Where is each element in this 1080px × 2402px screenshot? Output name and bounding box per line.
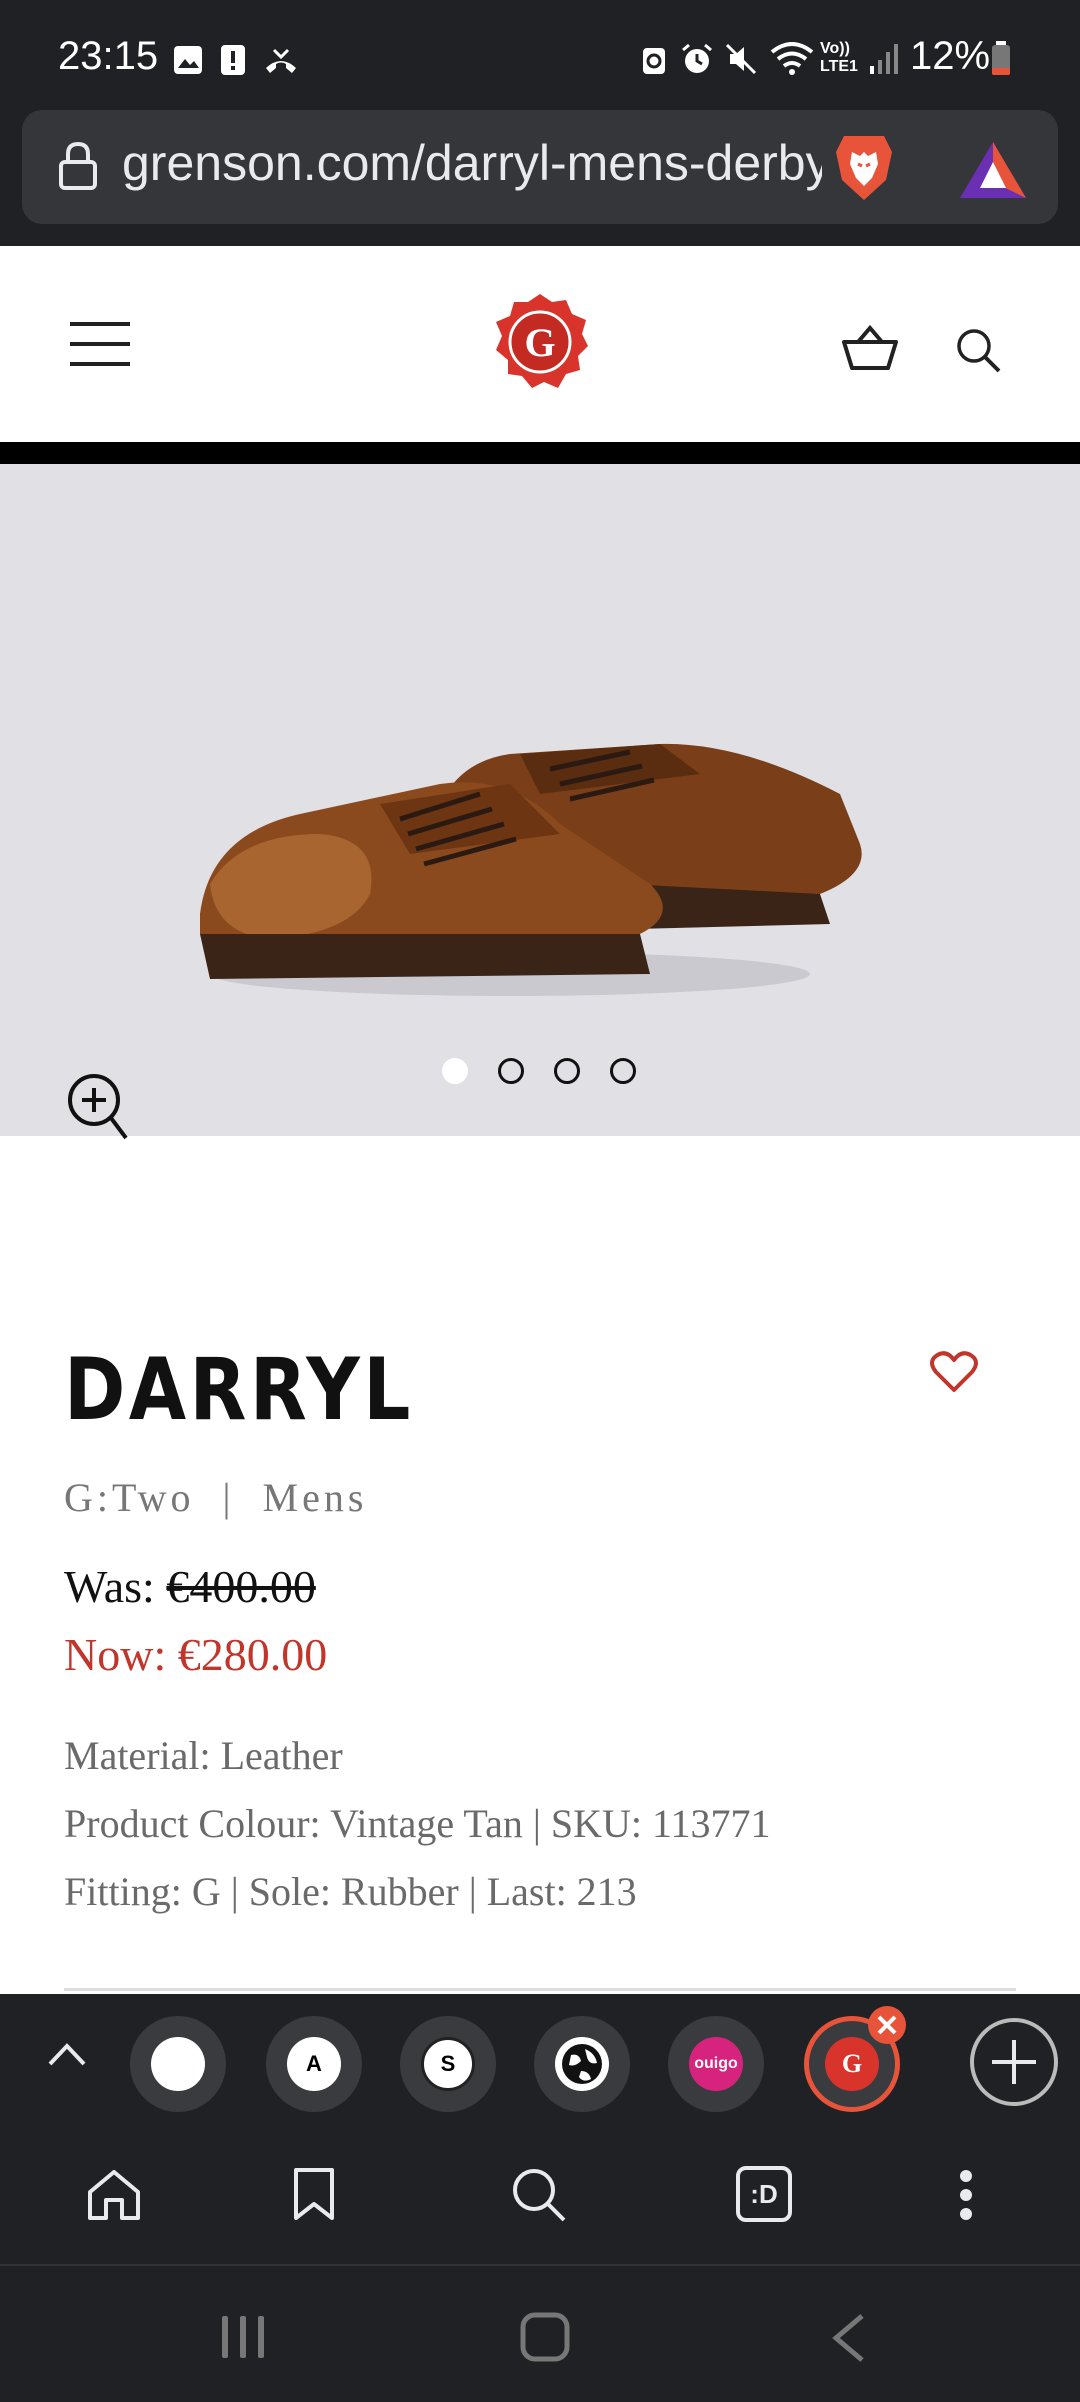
tab-favicon: A	[287, 2037, 341, 2091]
carousel-dot-4[interactable]	[610, 1058, 636, 1084]
battery-icon	[990, 40, 1012, 76]
product-meta: G:Two | Mens	[64, 1475, 368, 1520]
battery-saver-icon	[640, 44, 668, 76]
tab-item[interactable]	[534, 2016, 630, 2112]
recent-apps-icon[interactable]	[220, 2314, 268, 2360]
brave-shield-icon[interactable]	[832, 130, 896, 204]
missed-call-icon	[262, 46, 300, 76]
menu-icon[interactable]	[70, 320, 130, 368]
back-icon[interactable]	[830, 2312, 866, 2364]
volte-icon: Vo)) LTE1	[820, 40, 858, 75]
new-tab-icon[interactable]	[968, 2016, 1060, 2108]
alarm-icon	[680, 42, 714, 76]
search-icon[interactable]	[510, 2166, 568, 2224]
mute-icon	[724, 42, 758, 76]
tab-favicon: S	[421, 2037, 475, 2091]
tab-item[interactable]	[130, 2016, 226, 2112]
product-image-carousel[interactable]	[0, 464, 1080, 1140]
tab-strip: A S ouigo G	[0, 1994, 1080, 2124]
home-icon[interactable]	[86, 2168, 142, 2222]
home-button-icon[interactable]	[520, 2312, 570, 2362]
close-tab-icon[interactable]	[866, 2004, 908, 2046]
bookmark-icon[interactable]	[292, 2166, 336, 2222]
tab-item[interactable]: A	[266, 2016, 362, 2112]
more-icon[interactable]	[956, 2168, 976, 2222]
carousel-dot-2[interactable]	[498, 1058, 524, 1084]
header-divider	[0, 442, 1080, 464]
system-nav-bar	[0, 2264, 1080, 2402]
tab-favicon	[151, 2037, 205, 2091]
shoe-image	[200, 743, 862, 996]
globe-icon	[555, 2037, 609, 2091]
wishlist-heart-icon[interactable]	[930, 1350, 978, 1394]
tabs-icon[interactable]: :D	[736, 2166, 792, 2222]
signal-icon	[868, 40, 900, 76]
lock-icon[interactable]	[56, 140, 100, 192]
product-material: Material: Leather	[64, 1733, 343, 1778]
gallery-icon	[172, 44, 204, 76]
tab-item[interactable]: ouigo	[668, 2016, 764, 2112]
carousel-dot-3[interactable]	[554, 1058, 580, 1084]
tab-favicon: ouigo	[689, 2037, 743, 2091]
bat-rewards-icon[interactable]	[958, 138, 1028, 202]
search-icon[interactable]	[956, 328, 1002, 374]
zoom-in-icon[interactable]	[66, 1072, 130, 1142]
wifi-icon	[770, 40, 814, 76]
logo-letter: G	[524, 320, 555, 365]
carousel-dot-1[interactable]	[442, 1058, 468, 1084]
status-time: 23:15	[58, 34, 159, 78]
was-label: Was:	[64, 1561, 167, 1612]
price-now: Now: €280.00	[64, 1629, 328, 1680]
tab-item[interactable]: S	[400, 2016, 496, 2112]
browser-top-bar: grenson.com/darryl-mens-derby	[0, 110, 1080, 246]
url-text[interactable]: grenson.com/darryl-mens-derby	[122, 134, 822, 192]
collapse-chevron-icon[interactable]	[46, 2040, 88, 2070]
product-colour-sku: Product Colour: Vintage Tan | SKU: 11377…	[64, 1801, 771, 1846]
address-bar[interactable]: grenson.com/darryl-mens-derby	[22, 110, 1058, 224]
product-fitting: Fitting: G | Sole: Rubber | Last: 213	[64, 1869, 637, 1914]
price-was: Was: €400.00	[64, 1560, 316, 1613]
grenson-logo-icon[interactable]: G	[488, 290, 592, 394]
status-bar: 23:15 Vo)) LTE1 12%	[0, 0, 1080, 110]
basket-icon[interactable]	[842, 324, 898, 372]
content-divider	[64, 1988, 1016, 1991]
alert-icon	[220, 44, 246, 76]
product-title: DARRYL	[64, 1340, 414, 1440]
battery-percent: 12%	[910, 34, 991, 78]
browser-toolbar: :D	[0, 2124, 1080, 2264]
site-header: G	[0, 246, 1080, 442]
was-price: €400.00	[166, 1561, 316, 1612]
